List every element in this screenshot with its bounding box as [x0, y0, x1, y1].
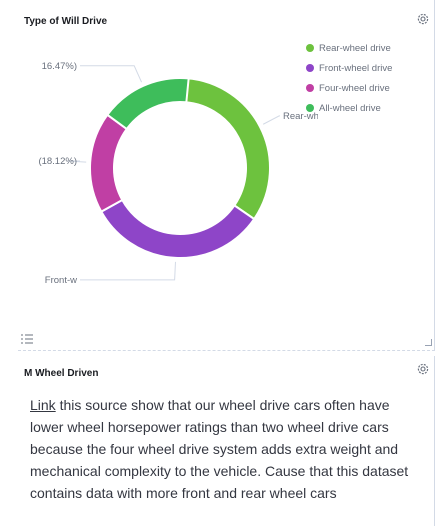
chart-legend: Rear-wheel drive Front-wheel drive Four-wh…	[306, 38, 392, 118]
legend-item[interactable]: Four-wheel drive	[306, 78, 392, 98]
panel-title: M Wheel Driven	[24, 368, 99, 379]
leader-line	[262, 115, 280, 125]
donut-slice[interactable]	[179, 76, 271, 221]
source-link[interactable]: Link	[30, 397, 56, 413]
donut-slice[interactable]	[99, 198, 256, 259]
chart-panel: Type of Will Drive Rear-wheel drive Front…	[18, 0, 435, 351]
legend-label: Four-wheel drive	[319, 82, 390, 94]
leader-line	[80, 261, 176, 281]
gear-icon[interactable]	[416, 362, 430, 376]
donut-slice[interactable]	[105, 77, 190, 131]
markdown-body: this source show that our wheel drive ca…	[30, 397, 409, 501]
panel-title: Type of Will Drive	[24, 16, 108, 27]
legend-item[interactable]: Front-wheel drive	[306, 58, 392, 78]
legend-label: Rear-wheel drive	[319, 42, 391, 54]
gear-icon[interactable]	[416, 12, 430, 26]
slice-label: 16.47%)	[42, 61, 77, 72]
donut-chart: Rear-wh Front-w (18.12%) 16.47%)	[38, 61, 318, 286]
legend-item[interactable]: Rear-wheel drive	[306, 38, 392, 58]
slice-label: Front-w	[45, 275, 77, 286]
donut-slice[interactable]	[89, 113, 129, 214]
resize-handle[interactable]	[425, 339, 432, 346]
slice-label: (18.12%)	[38, 156, 77, 167]
slice-label: Rear-wh	[283, 111, 318, 122]
leader-line	[80, 65, 143, 83]
list-icon[interactable]	[20, 333, 34, 345]
markdown-text: Link this source show that our wheel dri…	[30, 394, 420, 504]
legend-label: All-wheel drive	[319, 102, 381, 114]
legend-label: Front-wheel drive	[319, 62, 393, 74]
text-panel: M Wheel Driven Link this source show tha…	[18, 356, 435, 526]
legend-item[interactable]: All-wheel drive	[306, 98, 392, 118]
